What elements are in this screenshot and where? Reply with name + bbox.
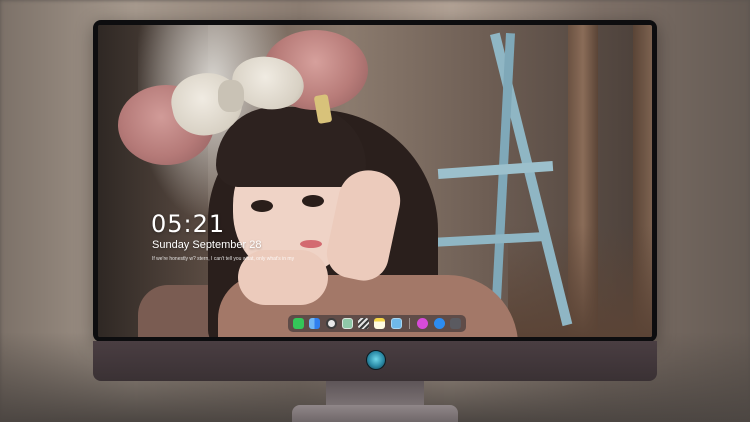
monitor-stand-neck — [326, 381, 424, 407]
wallpaper-eye — [251, 200, 273, 212]
photos-icon[interactable] — [390, 318, 402, 329]
monitor-screen: 05:21 Sunday September 28 If we're hones… — [98, 25, 652, 337]
dock-separator — [409, 318, 411, 329]
finder-icon[interactable] — [309, 318, 321, 329]
lockscreen-quote: If we're honestly w? stern, I can't tell… — [152, 256, 295, 262]
clock-date: Sunday September 28 — [152, 239, 262, 251]
wallpaper-lips — [300, 240, 322, 248]
monitor-logo-icon — [366, 350, 386, 370]
monitor-stand-base — [292, 405, 458, 422]
safari-icon[interactable] — [325, 318, 337, 329]
wallpaper-ladder-step — [437, 161, 554, 179]
wallpaper-eye — [302, 195, 324, 207]
clock-time: 05:21 — [151, 210, 226, 238]
itunes-icon[interactable] — [417, 318, 429, 329]
messages-icon[interactable] — [293, 318, 304, 329]
clapper-icon[interactable] — [358, 318, 370, 329]
wallpaper-bow-knot — [218, 80, 244, 112]
dock — [288, 315, 466, 332]
wallpaper-bangs — [216, 107, 366, 187]
preview-icon[interactable] — [341, 318, 353, 329]
notes-icon[interactable] — [374, 318, 386, 329]
camera-icon[interactable] — [449, 318, 461, 329]
app-store-icon[interactable] — [433, 318, 445, 329]
